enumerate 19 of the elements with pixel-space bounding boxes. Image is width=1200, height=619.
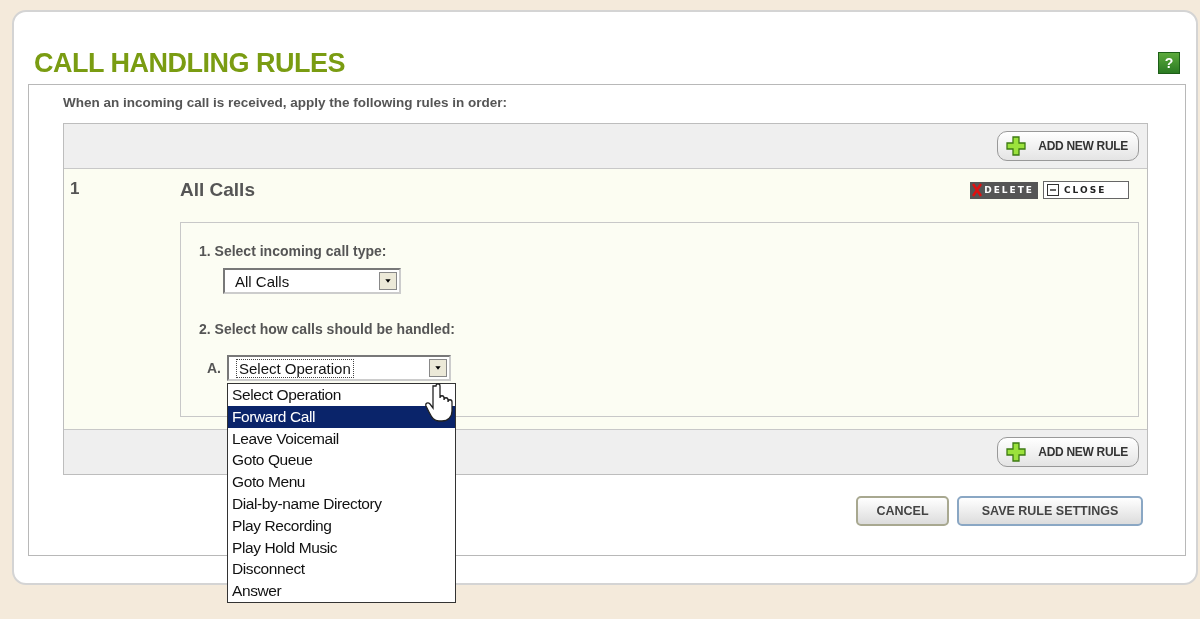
rule-name: All Calls xyxy=(180,179,255,201)
step-label: 1. Select incoming call type: xyxy=(199,243,388,259)
close-button[interactable]: CLOSE xyxy=(1043,181,1129,199)
cancel-button[interactable]: CANCEL xyxy=(856,496,949,526)
add-new-rule-button[interactable]: ADD NEW RULE xyxy=(997,131,1139,161)
page-title: CALL HANDLING RULES xyxy=(34,47,345,79)
x-icon xyxy=(972,183,983,197)
call-type-select[interactable]: All Calls xyxy=(223,268,401,294)
delete-button[interactable]: DELETE xyxy=(970,181,1038,199)
step-label: 2. Select how calls should be handled: xyxy=(199,321,456,337)
help-button[interactable]: ? xyxy=(1158,52,1180,74)
rule-number: 1 xyxy=(70,179,81,200)
save-button[interactable]: SAVE RULE SETTINGS xyxy=(957,496,1143,526)
plus-icon xyxy=(1006,442,1027,462)
step-letter: A. xyxy=(207,360,221,376)
minus-icon xyxy=(1047,184,1059,196)
add-new-rule-button[interactable]: ADD NEW RULE xyxy=(997,437,1139,467)
instruction-text: When an incoming call is received, apply the following rules in order: xyxy=(63,95,509,110)
plus-icon xyxy=(1006,136,1027,156)
